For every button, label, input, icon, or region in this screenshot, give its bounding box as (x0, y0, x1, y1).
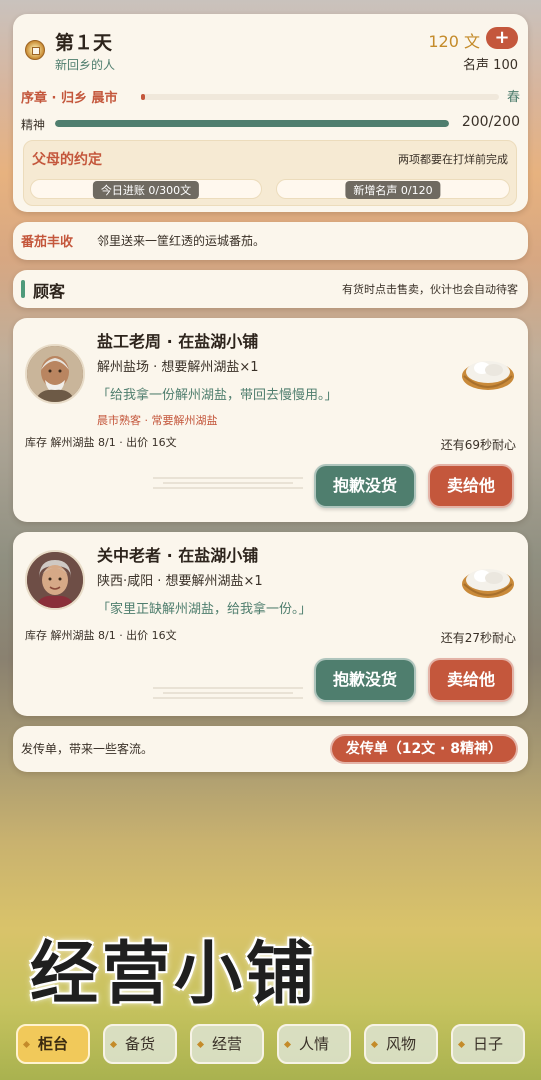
goal-income-bar: 今日进账 0/300文 (30, 179, 262, 199)
chapter-label: 序章 · 归乡 晨市 (21, 91, 118, 106)
tab-label: 风物 (385, 1035, 416, 1053)
coin-icon (25, 40, 45, 60)
day-counter: 第１天 (55, 32, 113, 54)
money-display: 120 文 (428, 32, 480, 51)
tab-label: 柜台 (37, 1035, 68, 1053)
section-hint: 有货时点击售卖，伙计也会自动待客 (342, 283, 518, 296)
customer-card: 关中老者 · 在盐湖小铺 陕西·咸阳 · 想要解州湖盐×1 「家里正缺解州湖盐，… (13, 532, 528, 716)
patience-timer: 还有69秒耐心 (440, 438, 516, 452)
decorative-waves (153, 687, 303, 699)
customer-avatar (25, 344, 85, 404)
stamina-value: 200/200 (461, 114, 520, 130)
stock-price-info: 库存 解州湖盐 8/1 · 出价 16文 (25, 436, 177, 449)
news-card: 番茄丰收 邻里送来一筐红透的运城番茄。 (13, 222, 528, 260)
customer-request: 陕西·咸阳 · 想要解州湖盐×1 (97, 574, 263, 589)
player-title: 新回乡的人 (55, 58, 116, 72)
customer-avatar (25, 550, 85, 610)
promise-title: 父母的约定 (32, 152, 102, 168)
tab-dot-icon (457, 1040, 466, 1049)
sell-button[interactable]: 卖给他 (428, 464, 514, 508)
customer-quote: 「给我拿一份解州湖盐，带回去慢慢用。」 (97, 388, 338, 403)
decorative-waves (153, 477, 303, 489)
tab-dot-icon (370, 1040, 379, 1049)
tab-days[interactable]: 日子 (451, 1024, 525, 1064)
promise-panel: 父母的约定 两项都要在打烊前完成 今日进账 0/300文 新增名声 0/120 (23, 140, 517, 206)
tab-dot-icon (22, 1040, 31, 1049)
salt-basket-icon (462, 361, 514, 390)
tab-business[interactable]: 经营 (190, 1024, 264, 1064)
stock-price-info: 库存 解州湖盐 8/1 · 出价 16文 (25, 629, 177, 642)
stamina-bar (55, 120, 449, 127)
salt-basket-icon (462, 569, 514, 598)
tab-label: 备货 (124, 1035, 155, 1053)
chapter-progress-fill (141, 94, 145, 100)
tab-counter[interactable]: 柜台 (16, 1024, 90, 1064)
promise-hint: 两项都要在打烊前完成 (398, 153, 508, 166)
sell-button[interactable]: 卖给他 (428, 658, 514, 702)
status-card: 第１天 新回乡的人 120 文 + 名声 100 序章 · 归乡 晨市 春 精神… (13, 14, 528, 212)
news-text: 邻里送来一筐红透的运城番茄。 (97, 234, 266, 248)
tab-label: 人情 (298, 1035, 329, 1053)
stamina-label: 精神 (21, 118, 46, 132)
tab-dot-icon (283, 1040, 292, 1049)
tab-relations[interactable]: 人情 (277, 1024, 351, 1064)
news-tag: 番茄丰收 (21, 235, 74, 250)
stamina-fill (55, 120, 449, 127)
customer-request: 解州盐场 · 想要解州湖盐×1 (97, 360, 259, 375)
customer-card: 盐工老周 · 在盐湖小铺 解州盐场 · 想要解州湖盐×1 「给我拿一份解州湖盐，… (13, 318, 528, 522)
goal-income-label: 今日进账 0/300文 (92, 181, 200, 199)
season-label: 春 (506, 90, 520, 105)
chapter-progress-bar (141, 94, 499, 100)
decline-button[interactable]: 抱歉没货 (314, 464, 416, 508)
goal-fame-bar: 新增名声 0/120 (276, 179, 510, 199)
bottom-tab-bar: 柜台 备货 经营 人情 风物 日子 (0, 1024, 541, 1068)
flyer-description: 发传单，带来一些客流。 (21, 742, 154, 756)
tab-label: 日子 (472, 1035, 503, 1053)
customers-header: 顾客 有货时点击售卖，伙计也会自动待客 (13, 270, 528, 308)
customer-name: 盐工老周 · 在盐湖小铺 (97, 332, 259, 351)
tab-dot-icon (109, 1040, 118, 1049)
tab-dot-icon (196, 1040, 205, 1049)
section-title: 顾客 (33, 282, 66, 301)
fame-display: 名声 100 (463, 58, 518, 73)
tab-label: 经营 (211, 1035, 242, 1053)
flyer-button[interactable]: 发传单（12文 · 8精神） (329, 734, 518, 764)
tab-stock[interactable]: 备货 (103, 1024, 177, 1064)
goal-fame-label: 新增名声 0/120 (345, 181, 441, 199)
tab-customs[interactable]: 风物 (364, 1024, 438, 1064)
page-title: 经营小铺 (30, 934, 319, 1014)
add-money-button[interactable]: + (486, 27, 518, 49)
flyer-card: 发传单，带来一些客流。 发传单（12文 · 8精神） (13, 726, 528, 772)
patience-timer: 还有27秒耐心 (440, 631, 516, 645)
customer-tag: 晨市熟客 · 常要解州湖盐 (97, 414, 218, 427)
section-marker (21, 280, 25, 298)
customer-quote: 「家里正缺解州湖盐，给我拿一份。」 (97, 602, 312, 617)
customer-name: 关中老者 · 在盐湖小铺 (97, 546, 259, 565)
decline-button[interactable]: 抱歉没货 (314, 658, 416, 702)
